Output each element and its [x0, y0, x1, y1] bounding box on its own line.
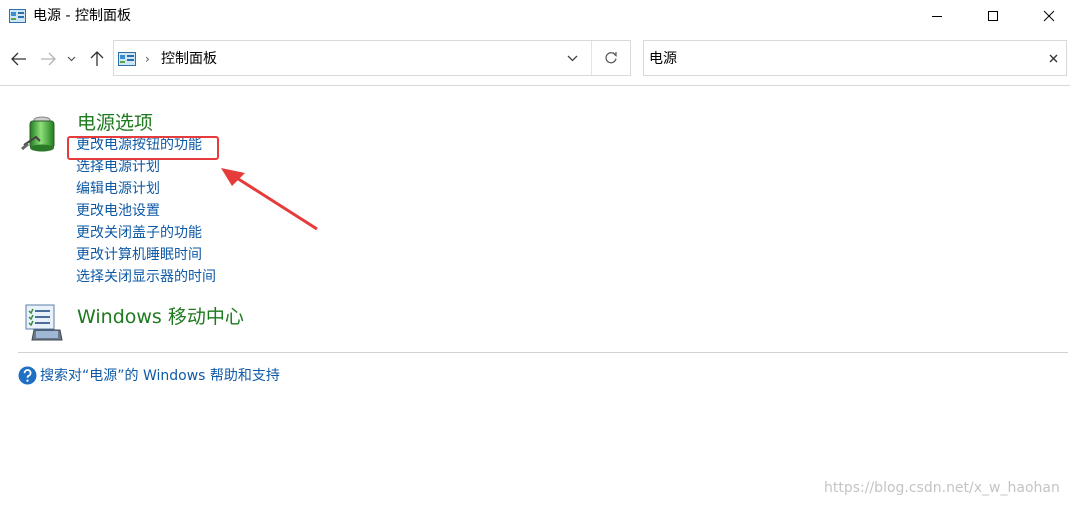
help-row: 搜索对“电源”的 Windows 帮助和支持	[18, 364, 280, 386]
maximize-button[interactable]	[970, 0, 1016, 32]
choose-display-off-time-link[interactable]: 选择关闭显示器的时间	[76, 266, 216, 288]
control-panel-icon	[118, 52, 136, 66]
content-area: 电源选项 更改电源按钮的功能 选择电源计划 编辑电源计划 更改电池设置 更改关闭…	[0, 87, 1070, 509]
clear-search-button[interactable]	[1040, 41, 1066, 75]
change-power-button-link[interactable]: 更改电源按钮的功能	[76, 134, 216, 156]
battery-icon	[21, 116, 55, 152]
refresh-button[interactable]	[592, 41, 630, 75]
title-bar: 电源 - 控制面板	[0, 0, 1070, 34]
watermark-text: https://blog.csdn.net/x_w_haohan	[824, 480, 1060, 496]
chevron-down-icon	[567, 55, 577, 61]
breadcrumb-separator[interactable]: ›	[145, 51, 150, 67]
minimize-icon	[932, 16, 942, 17]
navigation-bar: › 控制面板	[0, 36, 1070, 86]
breadcrumb-control-panel[interactable]: 控制面板	[161, 50, 217, 68]
recent-locations-button[interactable]	[64, 48, 78, 70]
windows-help-link[interactable]: 搜索对“电源”的 Windows 帮助和支持	[40, 365, 280, 385]
arrow-up-icon	[90, 51, 104, 66]
change-sleep-time-link[interactable]: 更改计算机睡眠时间	[76, 244, 216, 266]
power-options-title[interactable]: 电源选项	[77, 111, 153, 135]
maximize-icon	[988, 11, 998, 21]
minimize-button[interactable]	[914, 0, 960, 32]
power-task-links: 更改电源按钮的功能 选择电源计划 编辑电源计划 更改电池设置 更改关闭盖子的功能…	[76, 134, 216, 288]
help-icon	[18, 366, 37, 384]
choose-power-plan-link[interactable]: 选择电源计划	[76, 156, 216, 178]
forward-button[interactable]	[38, 48, 58, 70]
laptop-checklist-icon	[25, 304, 63, 341]
change-battery-settings-link[interactable]: 更改电池设置	[76, 200, 216, 222]
mobility-center-title[interactable]: Windows 移动中心	[77, 305, 244, 329]
up-button[interactable]	[86, 48, 108, 70]
arrow-left-icon	[11, 52, 26, 66]
edit-power-plan-link[interactable]: 编辑电源计划	[76, 178, 216, 200]
address-bar[interactable]: › 控制面板	[113, 40, 631, 76]
search-box[interactable]	[643, 40, 1067, 76]
close-icon	[1043, 10, 1055, 22]
arrow-right-icon	[41, 52, 56, 66]
search-input[interactable]	[649, 48, 1029, 68]
change-lid-action-link[interactable]: 更改关闭盖子的功能	[76, 222, 216, 244]
back-button[interactable]	[9, 48, 29, 70]
chevron-down-icon	[67, 56, 75, 62]
refresh-icon	[605, 52, 617, 64]
address-history-button[interactable]	[556, 41, 588, 75]
annotation-arrow	[221, 168, 318, 231]
control-panel-icon	[9, 9, 26, 23]
close-icon	[1049, 54, 1057, 62]
section-divider	[18, 352, 1068, 353]
close-button[interactable]	[1026, 0, 1070, 32]
window-title: 电源 - 控制面板	[33, 8, 131, 24]
